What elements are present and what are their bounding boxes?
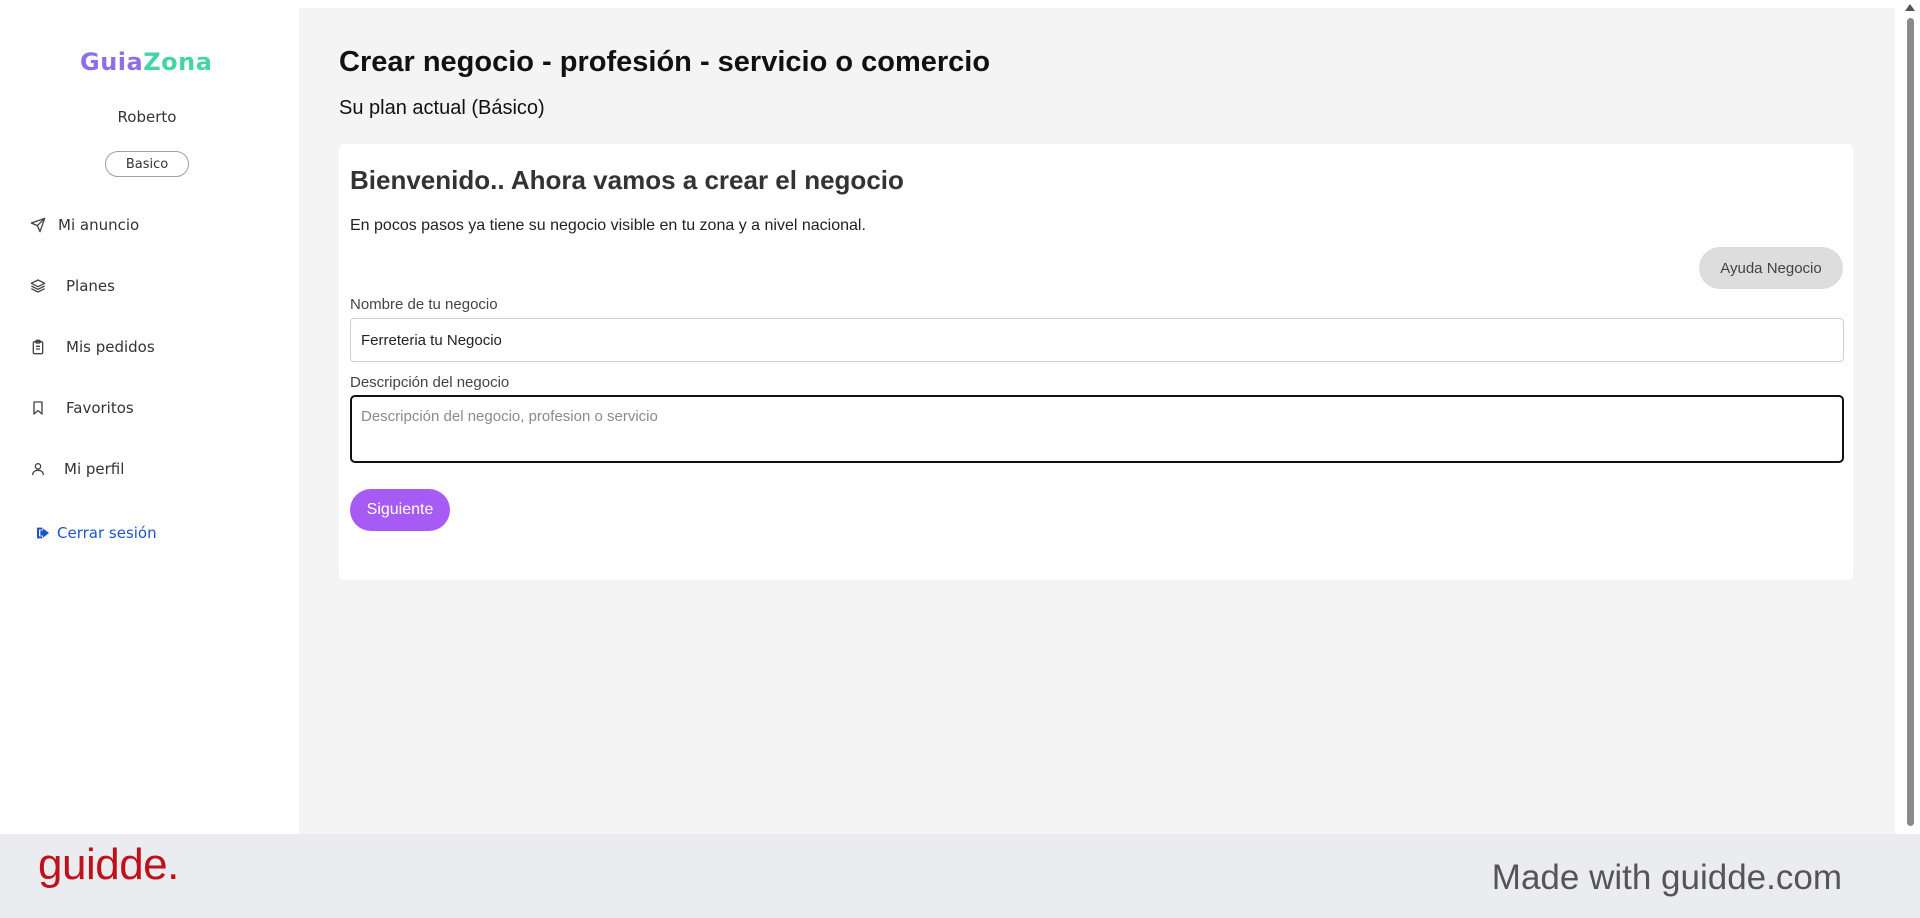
next-button[interactable]: Siguiente: [350, 489, 450, 531]
scrollbar-thumb[interactable]: [1907, 18, 1914, 826]
business-name-label: Nombre de tu negocio: [350, 296, 498, 313]
layers-icon: [28, 276, 48, 296]
plan-badge: Basico: [105, 151, 189, 177]
logout-label: Cerrar sesión: [57, 524, 157, 542]
made-with-text: Made with guidde.com: [1491, 858, 1842, 897]
clipboard-icon: [28, 337, 48, 357]
current-plan-text: Su plan actual (Básico): [339, 97, 545, 119]
sidebar-item-label: Mi perfil: [64, 460, 125, 478]
user-name: Roberto: [117, 108, 177, 126]
logout-link[interactable]: Cerrar sesión: [35, 520, 157, 546]
sidebar-item-mi-perfil[interactable]: Mi perfil: [28, 456, 124, 482]
business-description-input[interactable]: [350, 395, 1844, 463]
person-icon: [28, 459, 48, 479]
sidebar-item-label: Mis pedidos: [66, 338, 155, 356]
card-heading: Bienvenido.. Ahora vamos a crear el nego…: [350, 165, 904, 195]
sidebar-item-mis-pedidos[interactable]: Mis pedidos: [28, 334, 155, 360]
send-icon: [28, 215, 48, 235]
sidebar-item-mi-anuncio[interactable]: Mi anuncio: [28, 212, 139, 238]
card-subheading: En pocos pasos ya tiene su negocio visib…: [350, 217, 866, 234]
business-name-input[interactable]: [350, 318, 1844, 362]
main-content: Crear negocio - profesión - servicio o c…: [299, 8, 1895, 834]
guidde-logo: guidde.: [38, 840, 179, 889]
business-description-label: Descripción del negocio: [350, 374, 510, 391]
sign-out-icon: [35, 524, 53, 542]
sidebar: GuiaZona Roberto Basico Mi anuncio Plane…: [0, 0, 299, 834]
page-title: Crear negocio - profesión - servicio o c…: [339, 46, 991, 78]
bookmark-icon: [28, 398, 48, 418]
sidebar-item-label: Favoritos: [66, 399, 134, 417]
guiazona-logo[interactable]: GuiaZona: [80, 44, 216, 80]
logo-text: GuiaZona: [80, 48, 213, 76]
create-business-card: Bienvenido.. Ahora vamos a crear el nego…: [339, 144, 1853, 580]
sidebar-item-favoritos[interactable]: Favoritos: [28, 395, 134, 421]
sidebar-item-planes[interactable]: Planes: [28, 273, 115, 299]
sidebar-item-label: Planes: [66, 277, 115, 295]
help-business-button[interactable]: Ayuda Negocio: [1699, 247, 1843, 289]
page-scrollbar[interactable]: [1900, 0, 1920, 834]
sidebar-item-label: Mi anuncio: [58, 216, 140, 234]
scroll-up-arrow-icon[interactable]: [1905, 4, 1915, 11]
guidde-footer: guidde. Made with guidde.com: [0, 834, 1920, 918]
